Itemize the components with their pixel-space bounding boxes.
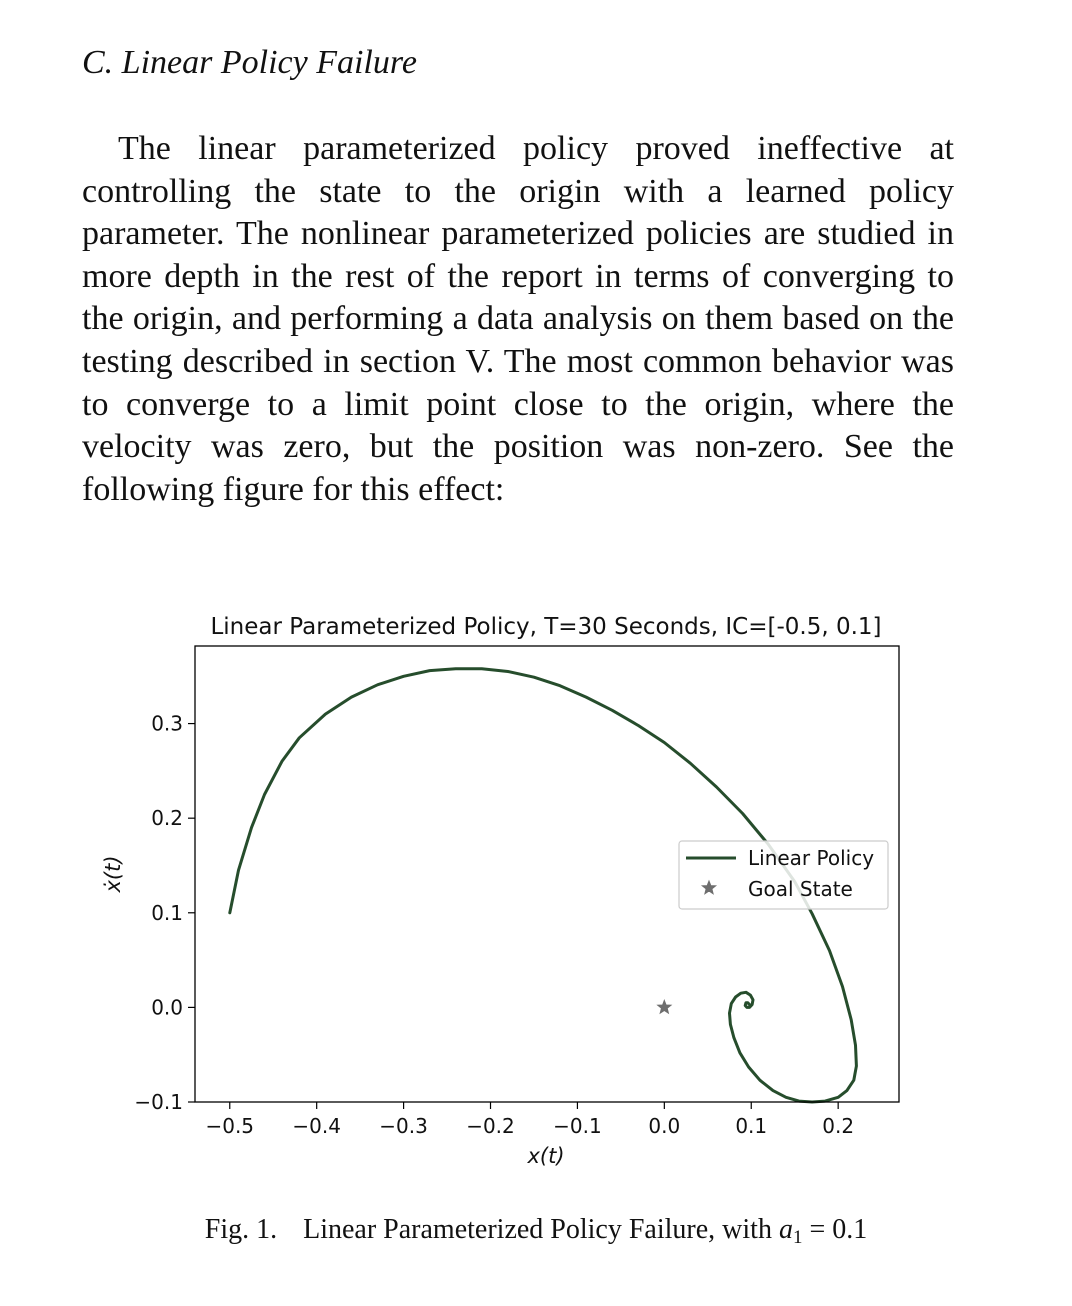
y-tick-label: 0.1 [151, 901, 183, 925]
y-axis-label: ẋ(t) [101, 855, 125, 893]
goal-state-marker [656, 998, 673, 1015]
y-tick-label: −0.1 [134, 1090, 183, 1114]
x-tick-label: 0.2 [822, 1114, 854, 1138]
caption-text: Linear Parameterized Policy Failure, wit… [303, 1214, 779, 1245]
x-axis-label: x(t) [526, 1144, 564, 1168]
legend-label-goal-state: Goal State [748, 877, 853, 901]
section-heading: C. Linear Policy Failure [82, 44, 417, 81]
y-tick-label: 0.3 [151, 712, 183, 736]
caption-value: = 0.1 [802, 1214, 868, 1245]
x-tick-label: −0.2 [466, 1114, 515, 1138]
x-tick-label: −0.1 [553, 1114, 602, 1138]
x-ticks: −0.5 −0.4 −0.3 −0.2 −0.1 0.0 0.1 0.2 [205, 1102, 854, 1138]
legend-label-linear-policy: Linear Policy [748, 846, 874, 870]
chart-title: Linear Parameterized Policy, T=30 Second… [210, 614, 881, 640]
y-tick-label: 0.0 [151, 995, 183, 1019]
body-paragraph: The linear parameterized policy proved i… [82, 130, 954, 508]
figure: Linear Parameterized Policy, T=30 Second… [0, 590, 1072, 1210]
figure-caption: Fig. 1. Linear Parameterized Policy Failu… [0, 1214, 1072, 1249]
y-ticks: −0.1 0.0 0.1 0.2 0.3 [134, 712, 195, 1114]
y-tick-label: 0.2 [151, 806, 183, 830]
phase-plot: Linear Parameterized Policy, T=30 Second… [101, 614, 900, 1168]
x-tick-label: 0.0 [648, 1114, 680, 1138]
x-tick-label: −0.5 [205, 1114, 254, 1138]
x-tick-label: −0.3 [379, 1114, 428, 1138]
caption-label: Fig. 1. [204, 1214, 278, 1245]
caption-variable: a [778, 1214, 793, 1245]
x-tick-label: 0.1 [735, 1114, 767, 1138]
x-tick-label: −0.4 [292, 1114, 341, 1138]
legend: Linear Policy Goal State [678, 840, 889, 910]
